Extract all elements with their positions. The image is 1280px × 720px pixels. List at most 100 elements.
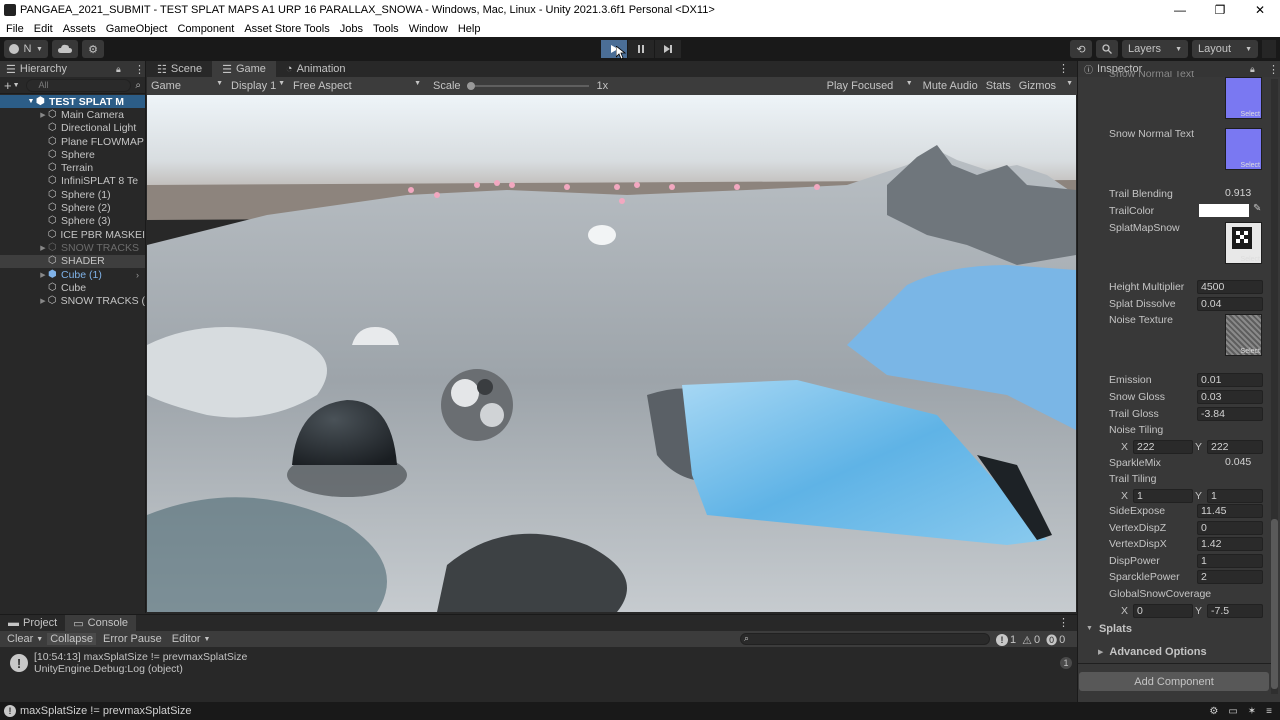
menu-jobs[interactable]: Jobs: [340, 23, 363, 35]
minimize-button[interactable]: —: [1160, 3, 1200, 17]
cloud-button[interactable]: [52, 40, 78, 58]
more-options-icon[interactable]: ⋮: [1058, 61, 1069, 77]
info-count-icon[interactable]: !: [996, 634, 1008, 646]
expand-arrow-icon[interactable]: ▼: [26, 98, 36, 105]
hierarchy-item[interactable]: ⬡ InfiniSPLAT 8 Te: [0, 175, 145, 188]
editor-dropdown[interactable]: Editor: [169, 633, 204, 645]
error-icon[interactable]: ⓿: [1046, 632, 1057, 648]
sparkle-power-field[interactable]: 2: [1197, 570, 1263, 584]
gizmos-dropdown[interactable]: Gizmos ▼: [1019, 80, 1073, 92]
play-mode-dropdown[interactable]: Play Focused ▼: [827, 80, 913, 92]
console-search-input[interactable]: ⌕: [740, 633, 990, 645]
more-options-icon[interactable]: ⋮: [1058, 615, 1069, 631]
splats-section-header[interactable]: ▼ Splats: [1078, 620, 1271, 637]
tab-scene[interactable]: ☷ Scene: [147, 61, 213, 77]
splatmap-snow-thumb[interactable]: Select: [1225, 222, 1262, 264]
vertex-disp-x-field[interactable]: 1.42: [1197, 537, 1263, 551]
clear-button[interactable]: Clear: [4, 633, 36, 645]
tab-game[interactable]: ☰ Game: [212, 61, 276, 77]
hierarchy-item[interactable]: ⬡ Sphere (3): [0, 215, 145, 228]
warning-icon[interactable]: ⚠: [1022, 634, 1032, 647]
snow-normal-texture-thumb-1[interactable]: Select: [1225, 77, 1262, 119]
hierarchy-item[interactable]: ▶ ⬡ SNOW TRACKS (: [0, 294, 145, 307]
console-log-entry[interactable]: ! [10:54:13] maxSplatSize != prevmaxSpla…: [0, 649, 1077, 677]
menu-gameobject[interactable]: GameObject: [106, 23, 168, 35]
account-dropdown[interactable]: N ▼: [4, 40, 48, 58]
menu-help[interactable]: Help: [458, 23, 481, 35]
lock-icon[interactable]: 🔒︎: [1250, 64, 1255, 75]
network-icon[interactable]: ⚙: [1209, 706, 1218, 717]
select-label[interactable]: Select: [1241, 162, 1260, 169]
undo-history-button[interactable]: ⟲: [1070, 40, 1092, 58]
splat-dissolve-field[interactable]: 0.04: [1197, 297, 1263, 311]
trail-blending-field[interactable]: 0.913: [1222, 187, 1272, 201]
hierarchy-scene-row[interactable]: ▼ ⬢ TEST SPLAT M: [0, 95, 145, 109]
hierarchy-item[interactable]: ⬡ Terrain: [0, 161, 145, 174]
tab-project[interactable]: ▬ Project: [0, 615, 65, 631]
height-multiplier-field[interactable]: 4500: [1197, 280, 1263, 294]
hierarchy-item[interactable]: ⬡ Sphere: [0, 148, 145, 161]
display-dropdown[interactable]: Display 1 ▼: [231, 80, 285, 92]
sparkle-mix-field[interactable]: 0.045: [1222, 456, 1272, 470]
display-mode-dropdown[interactable]: Game ▼: [151, 80, 223, 92]
hierarchy-item[interactable]: ⬡ Sphere (1): [0, 188, 145, 201]
hierarchy-item[interactable]: ⬡ Cube: [0, 281, 145, 294]
stats-toggle[interactable]: Stats: [986, 80, 1011, 92]
select-label[interactable]: Select: [1241, 348, 1260, 355]
vertex-disp-z-field[interactable]: 0: [1197, 521, 1263, 535]
noise-tiling-x-field[interactable]: 222: [1133, 440, 1193, 454]
global-snow-coverage-y-field[interactable]: -7.5: [1207, 604, 1263, 618]
select-label[interactable]: Select: [1241, 111, 1260, 118]
menu-edit[interactable]: Edit: [34, 23, 53, 35]
chevron-down-icon[interactable]: ▼: [13, 82, 20, 89]
expand-arrow-icon[interactable]: ▶: [38, 271, 48, 279]
menu-asset-store-tools[interactable]: Asset Store Tools: [244, 23, 329, 35]
maximize-button[interactable]: ❐: [1200, 3, 1240, 17]
hierarchy-item[interactable]: ▶ ⬢ Cube (1) ›: [0, 268, 145, 281]
hierarchy-item[interactable]: ▶ ⬡ SNOW TRACKS: [0, 241, 145, 254]
global-snow-coverage-x-field[interactable]: 0: [1133, 604, 1193, 618]
collapse-toggle[interactable]: Collapse: [47, 633, 97, 645]
disp-power-field[interactable]: 1: [1197, 554, 1263, 568]
scale-slider[interactable]: [466, 81, 589, 91]
inspector-scrollbar[interactable]: [1271, 79, 1278, 694]
notifications-icon[interactable]: ≡: [1266, 706, 1272, 717]
trail-tiling-y-field[interactable]: 1: [1207, 489, 1263, 503]
select-label[interactable]: Select: [1241, 256, 1260, 263]
mute-audio-toggle[interactable]: Mute Audio: [923, 80, 978, 92]
hierarchy-item[interactable]: ⬡ Sphere (2): [0, 201, 145, 214]
snow-normal-texture-thumb-2[interactable]: Select: [1225, 128, 1262, 170]
snow-gloss-field[interactable]: 0.03: [1197, 390, 1263, 404]
noise-tiling-y-field[interactable]: 222: [1207, 440, 1263, 454]
expand-arrow-icon[interactable]: ▶: [38, 111, 48, 119]
noise-texture-thumb[interactable]: Select: [1225, 314, 1262, 356]
menu-assets[interactable]: Assets: [63, 23, 96, 35]
side-expose-field[interactable]: 11.45: [1197, 504, 1263, 518]
error-pause-toggle[interactable]: Error Pause: [100, 633, 165, 645]
expand-arrow-icon[interactable]: ▶: [38, 297, 48, 305]
expand-arrow-icon[interactable]: ▶: [38, 244, 48, 252]
collab-button[interactable]: ⚙: [82, 40, 104, 58]
add-icon[interactable]: +: [4, 78, 12, 93]
more-options-icon[interactable]: ⋮: [134, 63, 145, 76]
emission-field[interactable]: 0.01: [1197, 373, 1263, 387]
hierarchy-item[interactable]: ▶ ⬡ Main Camera: [0, 108, 145, 121]
search-filter-icon[interactable]: ⌕: [135, 80, 141, 91]
chevron-down-icon[interactable]: ▼: [36, 636, 43, 643]
lock-icon[interactable]: 🔒︎: [116, 64, 121, 75]
aspect-dropdown[interactable]: Free Aspect ▼: [293, 80, 421, 92]
menu-file[interactable]: File: [6, 23, 24, 35]
hierarchy-search-input[interactable]: All: [25, 78, 132, 92]
layout-dropdown[interactable]: Layout ▼: [1192, 40, 1258, 58]
hierarchy-item[interactable]: ⬡ ICE PBR MASKEI: [0, 228, 145, 241]
step-button[interactable]: [655, 40, 681, 58]
hierarchy-tab[interactable]: ☰ Hierarchy 🔒︎ ⋮: [0, 61, 145, 77]
scrollbar-thumb[interactable]: [1271, 519, 1278, 689]
hierarchy-item[interactable]: ⬡ Directional Light: [0, 122, 145, 135]
scale-slider-handle[interactable]: [466, 82, 475, 90]
tab-console[interactable]: ▭ Console: [65, 615, 137, 631]
advanced-options-foldout[interactable]: ▶ Advanced Options: [1078, 643, 1271, 660]
close-button[interactable]: ✕: [1240, 3, 1280, 17]
trail-gloss-field[interactable]: -3.84: [1197, 407, 1263, 421]
menu-tools[interactable]: Tools: [373, 23, 399, 35]
